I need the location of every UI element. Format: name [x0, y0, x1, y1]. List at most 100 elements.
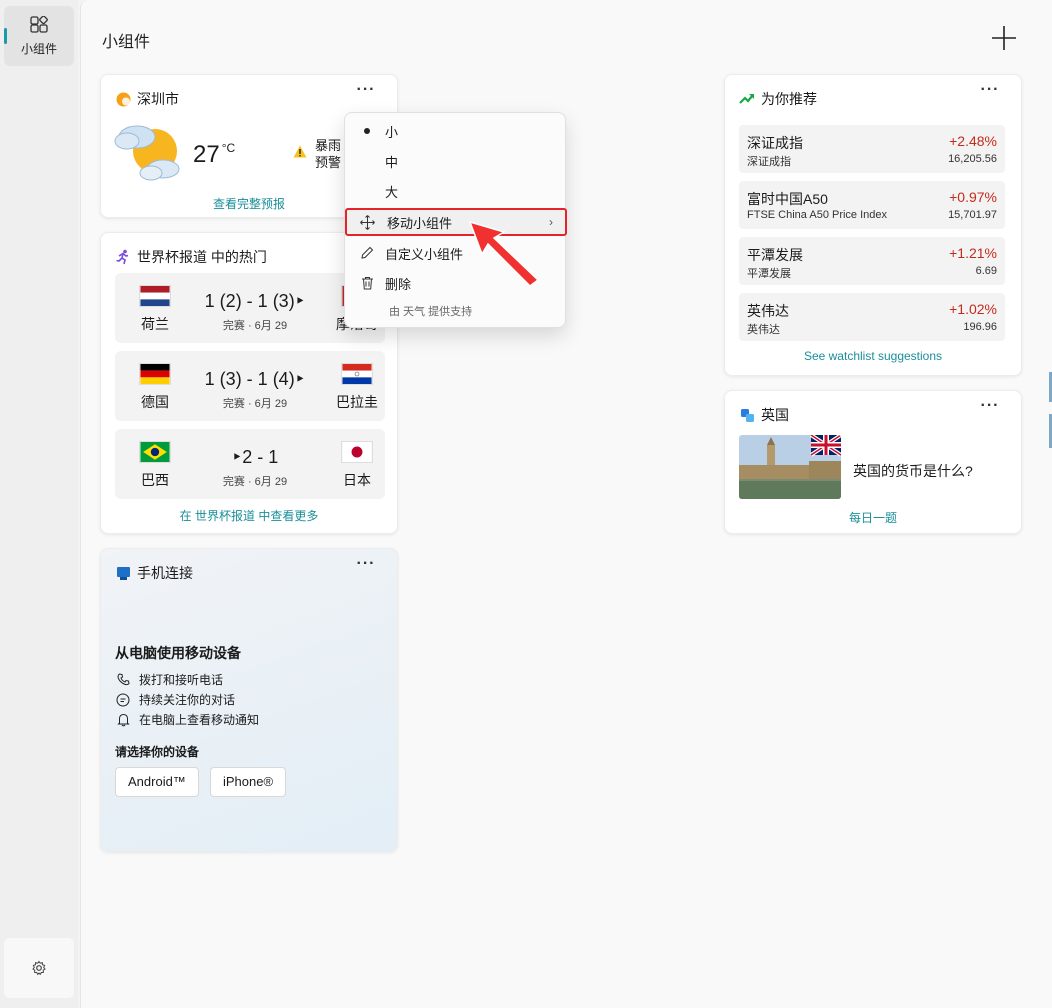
stock-name: 富时中国A50 — [747, 191, 828, 207]
home-team: 荷兰 — [125, 285, 185, 334]
stock-row[interactable]: 深证成指 深证成指 +2.48% 16,205.56 — [739, 125, 1005, 173]
home-team-name: 德国 — [141, 394, 169, 410]
match-row[interactable]: 巴西 ‣2 - 1 完赛 · 6月 29 日本 — [115, 429, 385, 499]
brazil-flag-icon — [139, 441, 171, 463]
stock-name: 平潭发展 — [747, 247, 803, 263]
stock-price: 196.96 — [963, 321, 997, 333]
choose-device-label: 请选择你的设备 — [115, 745, 200, 759]
menu-item-label: 大 — [385, 184, 399, 200]
chat-icon — [115, 693, 131, 707]
feature-messages: 持续关注你的对话 — [115, 691, 235, 708]
feature-label: 拨打和接听电话 — [139, 673, 224, 687]
alert-line-2: 预警 — [315, 155, 342, 170]
stock-price: 6.69 — [975, 265, 997, 277]
widgets-tab[interactable]: 小组件 — [4, 6, 74, 66]
selected-dot-icon — [349, 128, 385, 134]
phone-link-header: 手机连接 — [115, 563, 193, 583]
match-score: 1 (2) - 1 (3)‣ — [204, 291, 306, 311]
feature-label: 在电脑上查看移动通知 — [139, 713, 260, 727]
stock-change: +1.02% — [949, 301, 997, 317]
menu-footer: 由 天气 提供支持 — [389, 306, 473, 318]
iphone-button[interactable]: iPhone® — [210, 767, 287, 797]
stock-price: 15,701.97 — [948, 209, 997, 221]
daily-question-text[interactable]: 英国的货币是什么? — [853, 461, 973, 481]
runner-icon — [115, 249, 131, 265]
settings-button[interactable] — [4, 938, 74, 998]
phone-link-title: 手机连接 — [137, 565, 193, 581]
match-status: 完赛 · 6月 29 — [222, 398, 288, 410]
feature-notifications: 在电脑上查看移动通知 — [115, 711, 259, 728]
more-options-button[interactable]: ··· — [978, 82, 1002, 101]
android-button[interactable]: Android™ — [115, 767, 199, 797]
match-score: ‣2 - 1 — [231, 447, 279, 467]
warning-icon — [293, 145, 307, 171]
chevron-right-icon: › — [549, 215, 553, 229]
watchlist-widget[interactable]: 为你推荐 ··· 深证成指 深证成指 +2.48% 16,205.56 富时中国… — [724, 74, 1022, 376]
bell-icon — [115, 713, 131, 727]
more-options-button[interactable]: ··· — [354, 82, 378, 101]
stock-change: +1.21% — [949, 245, 997, 261]
worldcup-more-link[interactable]: 在 世界杯报道 中查看更多 — [101, 507, 397, 524]
temperature-value: 27 — [193, 141, 220, 168]
daily-question-header: 英国 — [739, 405, 789, 425]
feature-label: 持续关注你的对话 — [139, 693, 236, 707]
daily-question-link[interactable]: 每日一题 — [725, 509, 1021, 526]
weather-alert[interactable]: 暴雨 预警 — [293, 137, 341, 171]
phone-link-widget[interactable]: 手机连接 ··· 从电脑使用移动设备 拨打和接听电话 持续关注你的对话 在电脑上… — [100, 548, 398, 852]
widgets-tab-label: 小组件 — [20, 41, 57, 56]
add-widget-button[interactable] — [988, 22, 1020, 54]
stock-price: 16,205.56 — [948, 153, 997, 165]
germany-flag-icon — [139, 363, 171, 385]
trash-icon — [349, 276, 385, 290]
gear-icon — [32, 960, 46, 976]
alert-line-1: 暴雨 — [315, 138, 342, 153]
daily-question-widget[interactable]: 英国 ··· 英国的货币是什么? 每日一题 — [724, 390, 1022, 534]
menu-item-label: 中 — [385, 154, 399, 170]
menu-item-label: 小 — [385, 124, 399, 140]
plus-icon — [992, 26, 1016, 50]
match-row[interactable]: 德国 1 (3) - 1 (4)‣ 完赛 · 6月 29 巴拉圭 — [115, 351, 385, 421]
paraguay-flag-icon — [341, 363, 373, 385]
stock-row[interactable]: 英伟达 英伟达 +1.02% 196.96 — [739, 293, 1005, 341]
watchlist-header: 为你推荐 — [739, 89, 817, 109]
match-status: 完赛 · 6月 29 — [222, 476, 288, 488]
away-team: 日本 — [327, 441, 387, 490]
trend-up-icon — [739, 91, 755, 107]
menu-item-size-small[interactable]: 小 — [349, 117, 563, 145]
more-options-button[interactable]: ··· — [354, 556, 378, 575]
temperature: 27 °C — [193, 141, 235, 169]
move-icon — [347, 214, 387, 230]
more-options-button[interactable]: ··· — [978, 398, 1002, 417]
stock-change: +2.48% — [949, 133, 997, 149]
home-team: 巴西 — [125, 441, 185, 490]
menu-item-size-large[interactable]: 大 — [349, 177, 563, 205]
weather-header: 深圳市 — [115, 89, 179, 109]
stock-name: 深证成指 — [747, 135, 803, 151]
stock-subtitle: 平潭发展 — [747, 268, 791, 280]
partly-cloudy-icon — [114, 125, 180, 181]
home-team-name: 巴西 — [141, 472, 169, 488]
netherlands-flag-icon — [139, 285, 171, 307]
daily-question-title: 英国 — [761, 407, 789, 423]
phone-icon — [115, 673, 131, 686]
worldcup-title: 世界杯报道 中的热门 — [137, 249, 267, 265]
temperature-unit: °C — [221, 141, 236, 155]
away-team-name: 巴拉圭 — [336, 394, 378, 410]
widgets-icon — [30, 15, 48, 33]
stock-row[interactable]: 富时中国A50 FTSE China A50 Price Index +0.97… — [739, 181, 1005, 229]
left-rail: 小组件 — [0, 0, 78, 1008]
pencil-icon — [349, 246, 385, 260]
watchlist-suggestions-link[interactable]: See watchlist suggestions — [725, 349, 1021, 363]
stock-row[interactable]: 平潭发展 平潭发展 +1.21% 6.69 — [739, 237, 1005, 285]
menu-item-size-medium[interactable]: 中 — [349, 147, 563, 175]
stock-subtitle: 深证成指 — [747, 156, 791, 168]
page-title: 小组件 — [102, 34, 151, 51]
stock-subtitle: 英伟达 — [747, 324, 780, 336]
stock-name: 英伟达 — [747, 303, 789, 319]
phone-link-icon — [115, 565, 131, 581]
home-team: 德国 — [125, 363, 185, 412]
watchlist-title: 为你推荐 — [761, 91, 817, 107]
pointer-arrow-icon — [468, 220, 540, 287]
away-team: 巴拉圭 — [327, 363, 387, 412]
london-thumbnail[interactable] — [739, 435, 841, 499]
